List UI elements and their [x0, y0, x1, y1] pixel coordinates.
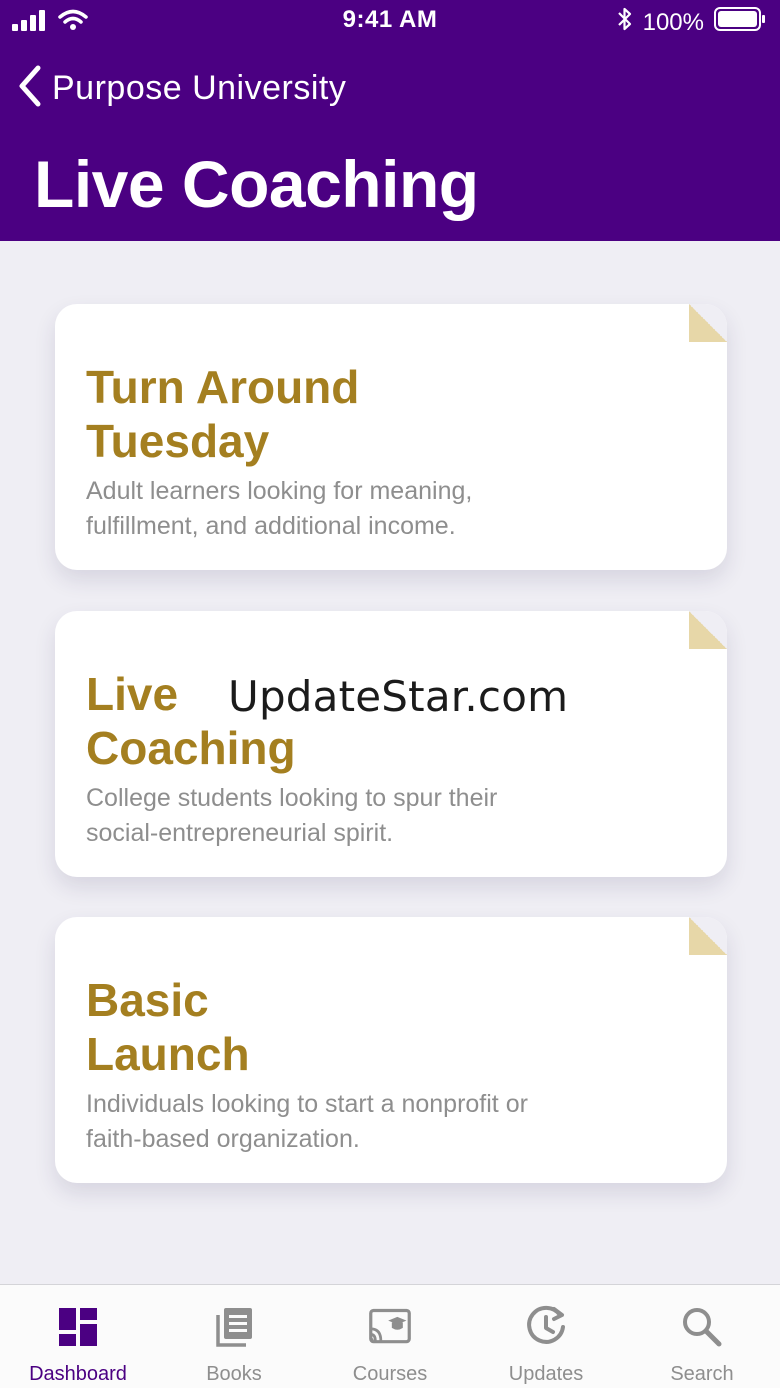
card-title-line1: Live: [86, 668, 179, 720]
tab-label: Search: [670, 1363, 734, 1385]
page-fold-icon: [689, 611, 727, 649]
card-description: Adult learners looking for meaning, fulf…: [86, 477, 473, 540]
tab-label: Dashboard: [29, 1363, 127, 1385]
courses-icon: [368, 1305, 412, 1349]
tab-bar: Dashboard Books Courses Updates Search: [0, 1284, 780, 1388]
card-title-line2: Launch: [86, 1028, 250, 1080]
page-fold-icon: [689, 304, 727, 342]
program-card-live-coaching[interactable]: Live Coaching College students looking t…: [55, 611, 727, 877]
status-bar: 9:41 AM 100%: [0, 0, 780, 44]
program-card-basic-launch[interactable]: Basic Launch Individuals looking to star…: [55, 917, 727, 1183]
watermark-text: UpdateStar.com: [228, 672, 569, 721]
tab-books[interactable]: Books: [156, 1285, 312, 1388]
card-title-line1: Basic: [86, 974, 209, 1026]
search-icon: [680, 1305, 724, 1349]
updates-icon: [524, 1305, 568, 1349]
card-title-line1: Turn Around: [86, 361, 360, 413]
card-description: Individuals looking to start a nonprofit…: [86, 1090, 528, 1153]
bluetooth-icon: [617, 6, 633, 39]
tab-label: Courses: [352, 1363, 428, 1385]
tab-courses[interactable]: Courses: [312, 1285, 468, 1388]
card-title: Basic Launch: [86, 973, 446, 1081]
back-button[interactable]: Purpose University: [16, 64, 346, 113]
battery-percent: 100%: [642, 8, 704, 36]
chevron-left-icon: [16, 64, 44, 113]
card-title-line2: Tuesday: [86, 415, 270, 467]
card-description: College students looking to spur their s…: [86, 784, 498, 847]
program-card-turn-around-tuesday[interactable]: Turn Around Tuesday Adult learners looki…: [55, 304, 727, 570]
page-title: Live Coaching: [34, 147, 479, 221]
card-title: Turn Around Tuesday: [86, 360, 446, 468]
status-right: 100%: [617, 6, 766, 39]
books-icon: [212, 1305, 256, 1349]
tab-search[interactable]: Search: [624, 1285, 780, 1388]
tab-label: Books: [206, 1363, 262, 1385]
dashboard-icon: [56, 1305, 100, 1349]
header: 9:41 AM 100% Purpose University Live Coa…: [0, 0, 780, 241]
page-fold-icon: [689, 917, 727, 955]
tab-label: Updates: [508, 1363, 584, 1385]
tab-updates[interactable]: Updates: [468, 1285, 624, 1388]
tab-dashboard[interactable]: Dashboard: [0, 1285, 156, 1388]
card-title-line2: Coaching: [86, 722, 296, 774]
battery-icon: [714, 7, 766, 38]
back-label: Purpose University: [52, 69, 347, 107]
